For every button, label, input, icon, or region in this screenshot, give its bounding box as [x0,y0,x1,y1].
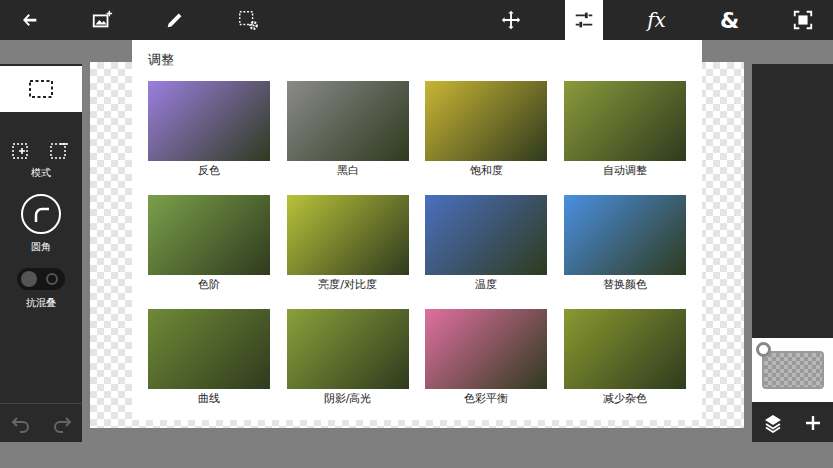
back-icon [18,9,40,31]
adjustment-item[interactable]: 黑白 [287,81,409,181]
adjustment-item[interactable]: 饱和度 [425,81,547,181]
selection-settings-icon [237,9,259,31]
adjustment-item[interactable]: 替换颜色 [564,195,686,295]
tool-highlight [492,0,530,40]
tool-highlight: & [711,0,749,40]
right-panel [752,64,833,442]
adjustment-preview [564,195,686,275]
adjustment-item[interactable]: 色彩平衡 [425,309,547,409]
toggle-knob [21,271,37,287]
adjustment-item[interactable]: 减少杂色 [564,309,686,409]
adjustment-preview [148,81,270,161]
undo-icon[interactable] [11,413,31,433]
adjust-icon [573,9,595,31]
tool-button[interactable]: fx [620,0,693,40]
history-bar [0,403,82,442]
adjustment-label: 亮度/对比度 [318,278,377,295]
round-corner-icon [31,204,51,224]
add-layer-icon[interactable] [804,414,822,432]
adjustment-preview [148,309,270,389]
adjustment-item[interactable]: 曲线 [148,309,270,409]
tool-button[interactable] [0,0,65,40]
app: fx & 模式圆角抗混叠 调整反色 黑白 饱和度 自动调整色阶 亮度/对比度 温度 替换颜色曲线 阴… [0,0,833,468]
adjustment-preview [287,81,409,161]
adjust-popup: 调整反色 黑白 饱和度 自动调整色阶 亮度/对比度 温度 替换颜色曲线 阴影/高光 色彩平衡 减少… [132,40,702,420]
mode-buttons [11,140,71,160]
adjustment-label: 替换颜色 [603,278,647,295]
adjustment-item[interactable]: 色阶 [148,195,270,295]
fx-label: fx [647,8,666,32]
tool-button[interactable] [138,0,211,40]
antialias-label: 抗混叠 [26,296,56,310]
popup-title: 调整 [148,52,686,68]
tool-highlight [229,0,267,40]
left-panel: 模式圆角抗混叠 [0,64,82,442]
adjustment-label: 色阶 [198,278,220,295]
adjustment-preview [564,309,686,389]
round-corner-button[interactable] [21,194,61,234]
tool-highlight [156,0,194,40]
mode-label: 模式 [31,166,51,180]
adjustment-label: 阴影/高光 [324,392,372,409]
adjustment-item[interactable]: 亮度/对比度 [287,195,409,295]
tool-highlight [784,0,822,40]
tool-button[interactable] [766,0,833,40]
adjustment-preview [564,81,686,161]
adjustment-grid: 反色 黑白 饱和度 自动调整色阶 亮度/对比度 温度 替换颜色曲线 阴影/高光 色彩平衡 减少杂色 [148,81,686,409]
round-corner-label: 圆角 [31,240,51,254]
tool-group [0,0,284,40]
tool-button[interactable] [474,0,547,40]
brush-icon [164,9,186,31]
layers-icon[interactable] [763,413,783,433]
tool-button[interactable] [65,0,138,40]
adjustment-label: 减少杂色 [603,392,647,409]
adjustment-preview [287,309,409,389]
adjustment-label: 温度 [475,278,497,295]
tool-highlight: fx [638,0,676,40]
tool-group: fx & [474,0,833,40]
adjustment-item[interactable]: 温度 [425,195,547,295]
layer-thumbnail[interactable] [752,338,833,402]
adjustment-preview [425,81,547,161]
adjustment-item[interactable]: 自动调整 [564,81,686,181]
fit-screen-icon [792,9,814,31]
rect-selection-button[interactable] [0,66,82,112]
tool-button[interactable] [547,0,620,40]
tool-highlight [83,0,121,40]
adjustment-item[interactable]: 反色 [148,81,270,181]
add-selection-icon[interactable] [11,140,33,160]
adjustment-label: 色彩平衡 [464,392,508,409]
adjustment-label: 饱和度 [470,164,503,181]
layer-preview [762,351,824,389]
add-image-icon [91,9,113,31]
adjustment-label: 自动调整 [603,164,647,181]
redo-icon[interactable] [52,413,72,433]
adjustment-preview [287,195,409,275]
adjustment-label: 黑白 [337,164,359,181]
dashed-rectangle-icon [28,79,54,99]
tool-button[interactable]: & [693,0,766,40]
adjustment-label: 反色 [198,164,220,181]
ampersand-label: & [720,8,739,33]
top-toolbar: fx & [0,0,833,40]
toggle-dot [46,273,58,285]
tool-highlight [565,0,603,40]
adjustment-preview [425,195,547,275]
move-icon [500,9,522,31]
layer-badge [756,342,771,357]
adjustment-item[interactable]: 阴影/高光 [287,309,409,409]
adjustment-preview [425,309,547,389]
subtract-selection-icon[interactable] [49,140,71,160]
tool-button[interactable] [211,0,284,40]
adjustment-label: 曲线 [198,392,220,409]
adjustment-preview [148,195,270,275]
tool-highlight [10,0,48,40]
antialias-toggle[interactable] [17,268,65,290]
layer-bar [752,404,833,442]
